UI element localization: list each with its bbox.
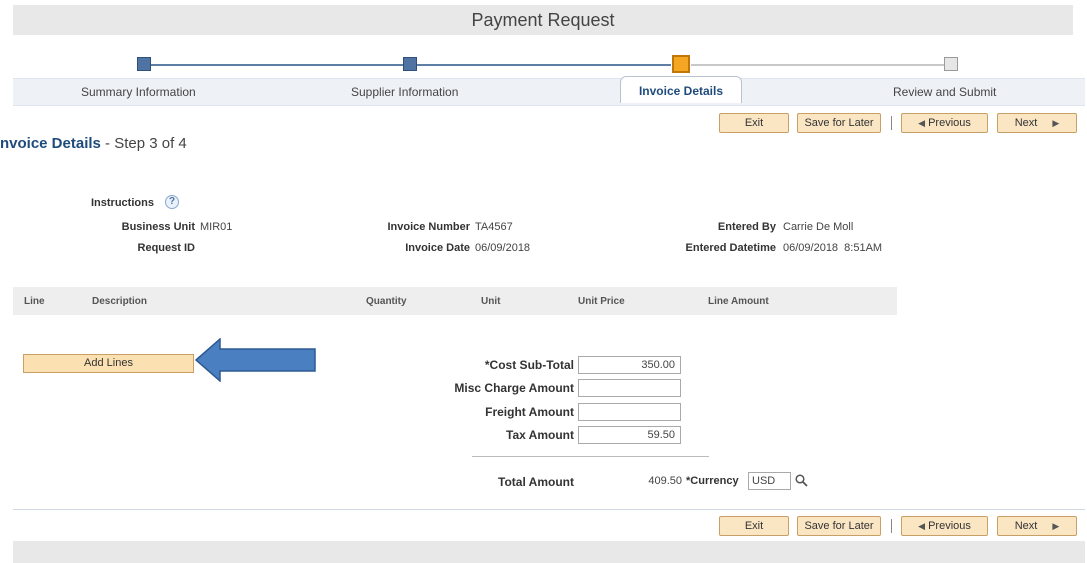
search-icon[interactable]	[795, 474, 808, 487]
business-unit-label: Business Unit	[121, 221, 195, 233]
entered-by-value: Carrie De Moll	[783, 221, 854, 233]
footer-bar	[13, 541, 1085, 563]
column-header-unit-price: Unit Price	[578, 296, 625, 307]
entered-datetime-value: 06/09/2018 8:51AM	[783, 242, 883, 254]
triangle-right-icon: ▶	[1052, 118, 1060, 128]
column-header-line-amount: Line Amount	[708, 296, 769, 307]
total-amount-label: Total Amount	[498, 475, 574, 489]
exit-button[interactable]: Exit	[719, 113, 789, 133]
page-title: Payment Request	[13, 5, 1073, 35]
save-for-later-button-bottom[interactable]: Save for Later	[797, 516, 881, 536]
invoice-number-label: Invoice Number	[387, 221, 470, 233]
step-marker-invoice[interactable]	[672, 55, 690, 73]
previous-label: Previous	[928, 117, 971, 129]
cost-subtotal-label: *Cost Sub-Total	[484, 358, 574, 372]
next-label-bottom: Next	[1014, 520, 1038, 532]
arrow-left-icon	[195, 338, 316, 382]
invoice-date-label: Invoice Date	[405, 242, 470, 254]
business-unit-value: MIR01	[200, 221, 233, 233]
triangle-left-icon: ◀	[918, 118, 926, 128]
column-header-description: Description	[92, 296, 148, 307]
step-label-summary[interactable]: Summary Information	[81, 85, 196, 99]
step-marker-summary[interactable]	[137, 57, 151, 71]
help-icon[interactable]: ?	[165, 195, 179, 209]
request-id-label: Request ID	[137, 242, 195, 254]
column-header-quantity: Quantity	[366, 296, 407, 307]
step-marker-review[interactable]	[944, 57, 958, 71]
page-heading-title: nvoice Details	[0, 135, 101, 152]
cost-subtotal-field[interactable]: 350.00	[578, 356, 681, 374]
totals-divider	[472, 456, 709, 457]
next-label: Next	[1014, 117, 1038, 129]
triangle-left-icon: ◀	[918, 521, 926, 531]
currency-label: *Currency	[686, 475, 739, 487]
step-marker-supplier[interactable]	[403, 57, 417, 71]
toolbar-separator-bottom	[891, 519, 892, 533]
tax-amount-field[interactable]: 59.50	[578, 426, 681, 444]
instructions-label: Instructions	[91, 197, 154, 209]
exit-button-bottom[interactable]: Exit	[719, 516, 789, 536]
bottom-divider	[13, 509, 1085, 510]
step-label-review[interactable]: Review and Submit	[893, 85, 996, 99]
column-header-line: Line	[24, 296, 45, 307]
freight-amount-field[interactable]	[578, 403, 681, 421]
previous-button-bottom[interactable]: ◀ Previous	[901, 516, 988, 536]
previous-label-bottom: Previous	[928, 520, 971, 532]
page-heading: nvoice Details - Step 3 of 4	[0, 135, 187, 152]
misc-charge-label: Misc Charge Amount	[454, 381, 574, 395]
train-line-remaining	[691, 64, 953, 66]
entered-datetime-label: Entered Datetime	[685, 242, 776, 254]
toolbar-separator	[891, 116, 892, 130]
invoice-date-value: 06/09/2018	[475, 242, 531, 254]
tab-invoice-details[interactable]: Invoice Details	[620, 76, 742, 103]
add-lines-button[interactable]: Add Lines	[23, 354, 194, 373]
misc-charge-field[interactable]	[578, 379, 681, 397]
currency-field[interactable]: USD	[748, 472, 791, 490]
triangle-right-icon: ▶	[1052, 521, 1060, 531]
invoice-number-value: TA4567	[475, 221, 513, 233]
tax-amount-label: Tax Amount	[506, 428, 574, 442]
previous-button[interactable]: ◀ Previous	[901, 113, 988, 133]
total-amount-value: 409.50	[648, 475, 682, 487]
entered-by-label: Entered By	[717, 221, 776, 233]
step-label-supplier[interactable]: Supplier Information	[351, 85, 458, 99]
column-header-unit: Unit	[481, 296, 501, 307]
next-button[interactable]: Next ▶	[997, 113, 1077, 133]
page-heading-step: - Step 3 of 4	[100, 135, 187, 152]
step-train: Summary Information Supplier Information…	[13, 38, 1085, 106]
freight-amount-label: Freight Amount	[485, 405, 574, 419]
save-for-later-button[interactable]: Save for Later	[797, 113, 881, 133]
next-button-bottom[interactable]: Next ▶	[997, 516, 1077, 536]
